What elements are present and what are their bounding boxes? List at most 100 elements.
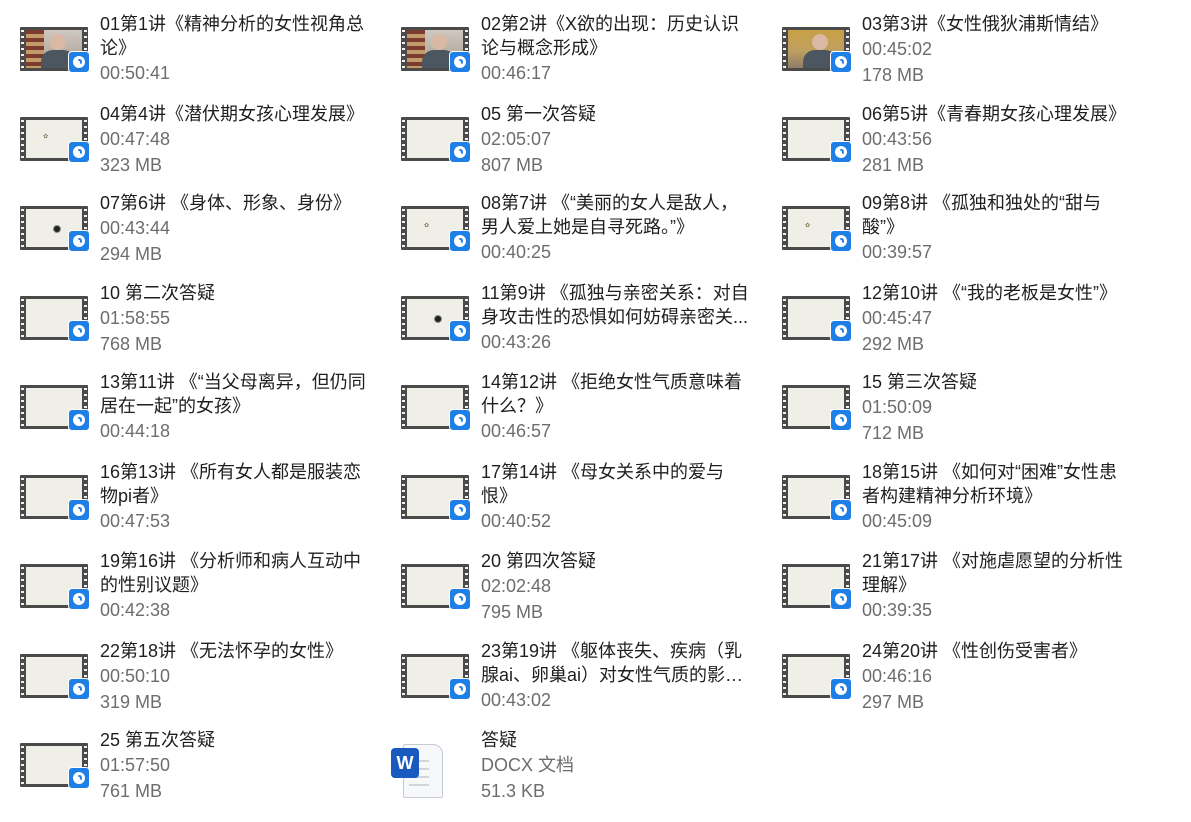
film-perforation <box>846 496 849 498</box>
file-duration: 00:46:16 <box>862 666 933 686</box>
film-perforation <box>465 305 468 307</box>
film-perforation <box>846 573 849 575</box>
file-tile[interactable]: 21第17讲 《对施虐愿望的分析性理解》 00:39:35 <box>762 537 1132 621</box>
player-app-badge-icon <box>449 409 471 431</box>
person-head <box>431 34 447 50</box>
film-perforation <box>465 496 468 498</box>
film-perforation <box>402 48 405 50</box>
file-tile[interactable]: 12第10讲 《“我的老板是女性”》 00:45:47 292 MB <box>762 269 1132 354</box>
film-perforation <box>21 323 24 325</box>
file-info: 17第14讲 《母女关系中的爱与恨》 00:40:52 <box>481 460 751 534</box>
file-info: 04第4讲《潜伏期女孩心理发展》 00:47:48 323 MB <box>100 102 370 178</box>
file-size: 768 MB <box>100 334 163 354</box>
film-perforation <box>783 514 786 516</box>
film-perforation <box>846 209 849 211</box>
file-tile[interactable]: 11第9讲 《孤独与亲密关系：对自身攻击性的恐惧如何妨碍亲密关... 00:43:… <box>381 269 751 353</box>
file-info: 19第16讲 《分析师和病人互动中的性别议题》 00:42:38 <box>100 549 370 623</box>
player-app-badge-icon <box>449 141 471 163</box>
file-name: 07第6讲 《身体、形象、身份》 <box>100 193 352 213</box>
player-app-badge-icon <box>830 588 852 610</box>
file-tile[interactable]: 10 第二次答疑 01:58:55 768 MB <box>0 269 370 354</box>
video-file-icon <box>20 743 92 791</box>
file-name: 08第7讲 《“美丽的女人是敌人，男人爱上她是自寻死路。”》 <box>481 193 739 237</box>
file-tile[interactable]: 14第12讲 《拒绝女性气质意味着什么？》 00:46:57 <box>381 358 751 442</box>
file-tile[interactable]: 22第18讲 《无法怀孕的女性》 00:50:10 319 MB <box>0 627 370 712</box>
film-perforation <box>783 132 786 134</box>
file-duration: 00:44:18 <box>100 421 171 441</box>
film-perforation <box>402 657 405 659</box>
file-name: 21第17讲 《对施虐愿望的分析性理解》 <box>862 551 1124 595</box>
file-tile[interactable]: 20 第四次答疑 02:02:48 795 MB <box>381 537 751 622</box>
file-tile[interactable]: 16第13讲 《所有女人都是服装恋物pi者》 00:47:53 <box>0 448 370 532</box>
file-tile[interactable]: 23第19讲 《躯体丧失、疾病（乳腺ai、卵巢ai）对女性气质的影响... 00:… <box>381 627 751 711</box>
video-file-icon <box>20 27 92 75</box>
file-duration: 01:58:55 <box>100 308 171 328</box>
film-perforation <box>402 424 405 426</box>
file-name: 23第19讲 《躯体丧失、疾病（乳腺ai、卵巢ai）对女性气质的影响... <box>481 641 743 685</box>
film-perforation <box>21 60 24 62</box>
file-tile[interactable]: 01第1讲《精神分析的女性视角总论》 00:50:41 <box>0 0 370 84</box>
file-tile[interactable]: 13第11讲 《“当父母离异，但仍同居在一起”的女孩》 00:44:18 <box>0 358 370 442</box>
film-perforation <box>21 412 24 414</box>
file-name: 04第4讲《潜伏期女孩心理发展》 <box>100 104 365 124</box>
file-tile[interactable]: 06第5讲《青春期女孩心理发展》 00:43:56 281 MB <box>762 90 1132 175</box>
file-tile[interactable]: 03第3讲《女性俄狄浦斯情结》 00:45:02 178 MB <box>762 0 1132 85</box>
film-perforation <box>21 693 24 695</box>
film-perforation <box>465 317 468 319</box>
file-info: 03第3讲《女性俄狄浦斯情结》 00:45:02 178 MB <box>862 12 1132 88</box>
film-perforation <box>402 144 405 146</box>
film-perforation <box>402 591 405 593</box>
film-perforation <box>783 311 786 313</box>
film-perforation <box>84 388 87 390</box>
film-perforation <box>783 663 786 665</box>
file-info: 14第12讲 《拒绝女性气质意味着什么？》 00:46:57 <box>481 370 751 444</box>
film-perforation <box>21 406 24 408</box>
film-perforation <box>84 215 87 217</box>
film-perforation <box>465 215 468 217</box>
film-perforation <box>465 406 468 408</box>
file-tile[interactable]: 25 第五次答疑 01:57:50 761 MB <box>0 716 370 801</box>
file-tile[interactable]: 19第16讲 《分析师和病人互动中的性别议题》 00:42:38 <box>0 537 370 621</box>
file-tile[interactable]: 24第20讲 《性创伤受害者》 00:46:16 297 MB <box>762 627 1132 712</box>
film-perforation <box>21 782 24 784</box>
file-tile[interactable]: ✿ 04第4讲《潜伏期女孩心理发展》 00:47:48 323 MB <box>0 90 370 175</box>
file-tile[interactable]: 18第15讲 《如何对“困难”女性患者构建精神分析环境》 00:45:09 <box>762 448 1132 532</box>
film-perforation <box>783 687 786 689</box>
file-tile[interactable]: 07第6讲 《身体、形象、身份》 00:43:44 294 MB <box>0 179 370 264</box>
film-perforation <box>783 54 786 56</box>
film-perforation <box>84 567 87 569</box>
file-tile[interactable]: 17第14讲 《母女关系中的爱与恨》 00:40:52 <box>381 448 751 532</box>
file-duration: 00:43:26 <box>481 332 552 352</box>
file-tile[interactable]: 02第2讲《X欲的出现：历史认识论与概念形成》 00:46:17 <box>381 0 751 84</box>
film-perforation <box>402 126 405 128</box>
film-perforation <box>84 746 87 748</box>
film-perforation <box>21 30 24 32</box>
film-perforation <box>783 233 786 235</box>
file-tile[interactable]: 15 第三次答疑 01:50:09 712 MB <box>762 358 1132 443</box>
file-tile[interactable]: ✿ 08第7讲 《“美丽的女人是敌人，男人爱上她是自寻死路。”》 00:40:25 <box>381 179 751 263</box>
film-perforation <box>21 776 24 778</box>
film-perforation <box>783 36 786 38</box>
file-tile[interactable]: ✿ 09第8讲 《孤独和独处的“甜与酸”》 00:39:57 <box>762 179 1132 263</box>
player-app-badge-icon <box>830 678 852 700</box>
file-duration: 02:05:07 <box>481 129 552 149</box>
file-duration: 00:50:41 <box>100 63 171 83</box>
film-perforation <box>402 418 405 420</box>
video-file-icon <box>782 564 854 612</box>
film-perforation <box>783 490 786 492</box>
file-name: 10 第二次答疑 <box>100 283 216 303</box>
film-perforation <box>21 400 24 402</box>
file-duration: 00:47:48 <box>100 129 171 149</box>
player-app-badge-icon <box>449 678 471 700</box>
file-tile[interactable]: W 答疑 DOCX 文档 51.3 KB <box>381 716 751 801</box>
video-file-icon <box>782 385 854 433</box>
film-perforation <box>402 239 405 241</box>
film-perforation <box>84 36 87 38</box>
file-duration: 00:40:25 <box>481 242 552 262</box>
file-tile[interactable]: 05 第一次答疑 02:05:07 807 MB <box>381 90 751 175</box>
film-perforation <box>783 412 786 414</box>
film-perforation <box>84 209 87 211</box>
film-perforation <box>84 126 87 128</box>
file-size: 712 MB <box>862 423 925 443</box>
film-perforation <box>846 675 849 677</box>
